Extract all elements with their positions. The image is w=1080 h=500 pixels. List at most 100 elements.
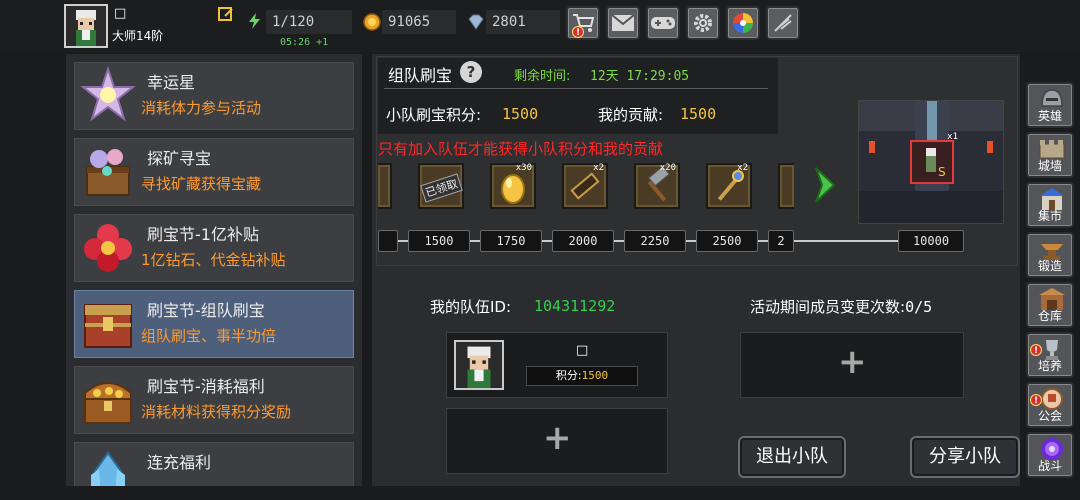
my-contribution-value: 1500 (680, 105, 717, 123)
nav-label: 公会 (1037, 409, 1062, 423)
mail-icon (611, 14, 635, 31)
share-team-button[interactable]: 分享小队 (910, 436, 1020, 478)
lucky-star-icon (80, 65, 136, 122)
gold-coin-icon (363, 13, 381, 31)
activity-subtitle: 消耗体力参与活动 (141, 99, 262, 117)
activity-list: 幸运星 消耗体力参与活动 探矿寻宝 寻找矿藏获得宝藏 刷宝节-1亿补贴 1亿钻石… (66, 54, 362, 486)
nav-label: 锻造 (1037, 259, 1062, 273)
remaining-time-label: 剩余时间: (514, 69, 571, 84)
reward-slot-claimed[interactable]: 已领取 (418, 163, 464, 209)
notification-badge: ! (572, 26, 584, 38)
reward-slot-partial (378, 163, 392, 209)
team-chest-icon (84, 304, 132, 348)
nav-wall[interactable]: 城墙 (1026, 132, 1074, 178)
nav-label: 英雄 (1037, 109, 1062, 123)
settings-button[interactable] (686, 6, 720, 40)
reward-slot[interactable]: x30 (490, 163, 536, 209)
reward-slot-partial (778, 163, 794, 209)
activity-item-subsidy[interactable]: 刷宝节-1亿补贴 1亿钻石、代金钻补贴 (74, 214, 354, 282)
help-icon[interactable]: ? (460, 61, 482, 83)
shop-button[interactable]: ! (566, 6, 600, 40)
settings-gear-icon (694, 14, 712, 32)
player-avatar[interactable] (64, 4, 108, 48)
activity-title: 刷宝节-组队刷宝 (147, 301, 265, 320)
milestone: 2 (768, 230, 794, 252)
reward-slot[interactable]: x2 (562, 163, 608, 209)
color-wheel-button[interactable] (726, 6, 760, 40)
reward-quantity: x30 (515, 163, 532, 173)
milestone-final: 10000 (898, 230, 964, 252)
activity-title: 探矿寻宝 (147, 149, 212, 168)
milestone-partial (378, 230, 398, 252)
event-title: 组队刷宝 (388, 66, 453, 85)
activity-item-recharge[interactable]: 连充福利 (74, 442, 354, 486)
leave-team-button[interactable]: 退出小队 (738, 436, 846, 478)
nav-label: 培养 (1037, 359, 1062, 373)
activity-item-mining[interactable]: 探矿寻宝 寻找矿藏获得宝藏 (74, 138, 354, 206)
nav-guild[interactable]: ! 公会 (1026, 382, 1074, 428)
member-changes-label: 活动期间成员变更次数:0/5 (750, 296, 932, 317)
activity-subtitle: 组队刷宝、事半功倍 (141, 327, 277, 345)
activity-subtitle: 1亿钻石、代金钻补贴 (141, 251, 286, 269)
svg-text:S: S (938, 165, 946, 179)
activity-subtitle: 消耗材料获得积分奖励 (141, 403, 292, 421)
crystal-icon (91, 451, 125, 486)
red-flower-icon (84, 224, 132, 272)
nav-forge[interactable]: 锻造 (1026, 232, 1074, 278)
edit-icon[interactable] (218, 6, 234, 22)
gamepad-button[interactable] (646, 6, 680, 40)
energy-icon (249, 13, 260, 29)
energy-timer: 05:26 +1 (280, 37, 329, 48)
member-avatar (454, 340, 504, 390)
team-score-label: 小队刷宝积分: (386, 106, 482, 124)
add-member-icon[interactable]: + (838, 342, 867, 382)
gamepad-icon (651, 17, 675, 29)
activity-item-team-treasure[interactable]: 刷宝节-组队刷宝 组队刷宝、事半功倍 (74, 290, 354, 358)
member-changes-value: 0/5 (905, 298, 933, 316)
activity-subtitle: 寻找矿藏获得宝藏 (141, 175, 262, 193)
activity-item-consume-bonus[interactable]: 刷宝节-消耗福利 消耗材料获得积分奖励 (74, 366, 354, 434)
diamond-icon (468, 14, 484, 30)
reward-quantity: x1 (947, 132, 958, 142)
activity-title: 幸运星 (147, 73, 196, 92)
nav-label: 仓库 (1037, 309, 1062, 323)
nav-train[interactable]: ! 培养 (1026, 332, 1074, 378)
notification-badge: ! (1030, 394, 1042, 406)
energy-counter: 1/120 (266, 10, 352, 34)
nav-battle[interactable]: 战斗 (1026, 432, 1074, 478)
milestone: 2500 (696, 230, 758, 252)
gem-counter: 2801 (486, 10, 560, 34)
activity-item-lucky-star[interactable]: 幸运星 消耗体力参与活动 (74, 62, 354, 130)
team-id-label: 我的队伍ID: (430, 298, 512, 316)
player-rank: 大师14阶 (112, 29, 164, 43)
nav-warehouse[interactable]: 仓库 (1026, 282, 1074, 328)
reward-quantity: x2 (737, 163, 748, 173)
activity-title: 连充福利 (147, 453, 212, 472)
milestone: 1500 (408, 230, 470, 252)
reward-slot[interactable]: x2 (706, 163, 752, 209)
hero-figure-icon: S (926, 148, 946, 179)
activity-title: 刷宝节-1亿补贴 (147, 225, 259, 244)
add-member-icon[interactable]: + (543, 418, 572, 458)
mail-button[interactable] (606, 6, 640, 40)
color-wheel-icon (733, 13, 753, 33)
notification-badge: ! (1030, 344, 1042, 356)
member-score: 积分:1500 (526, 366, 638, 386)
feather-button[interactable] (766, 6, 800, 40)
member-name: □ (576, 343, 589, 358)
nav-market[interactable]: 集市 (1026, 182, 1074, 228)
nav-hero[interactable]: 英雄 (1026, 82, 1074, 128)
final-reward-item[interactable]: S x1 (910, 132, 958, 184)
mining-chest-icon (86, 149, 130, 196)
treasure-chest-icon (84, 382, 132, 424)
divider (384, 88, 768, 89)
reward-quantity: x20 (659, 163, 676, 173)
join-team-warning: 只有加入队伍才能获得小队积分和我的贡献 (378, 140, 664, 158)
member-score-label: 积分: (555, 369, 582, 382)
member-score-value: 1500 (581, 369, 609, 382)
nav-label: 战斗 (1037, 459, 1062, 473)
nav-label: 城墙 (1037, 159, 1062, 173)
reward-slot[interactable]: x20 (634, 163, 680, 209)
claimed-stamp: 已领取 (420, 173, 463, 203)
chevron-right-icon[interactable] (812, 164, 838, 206)
